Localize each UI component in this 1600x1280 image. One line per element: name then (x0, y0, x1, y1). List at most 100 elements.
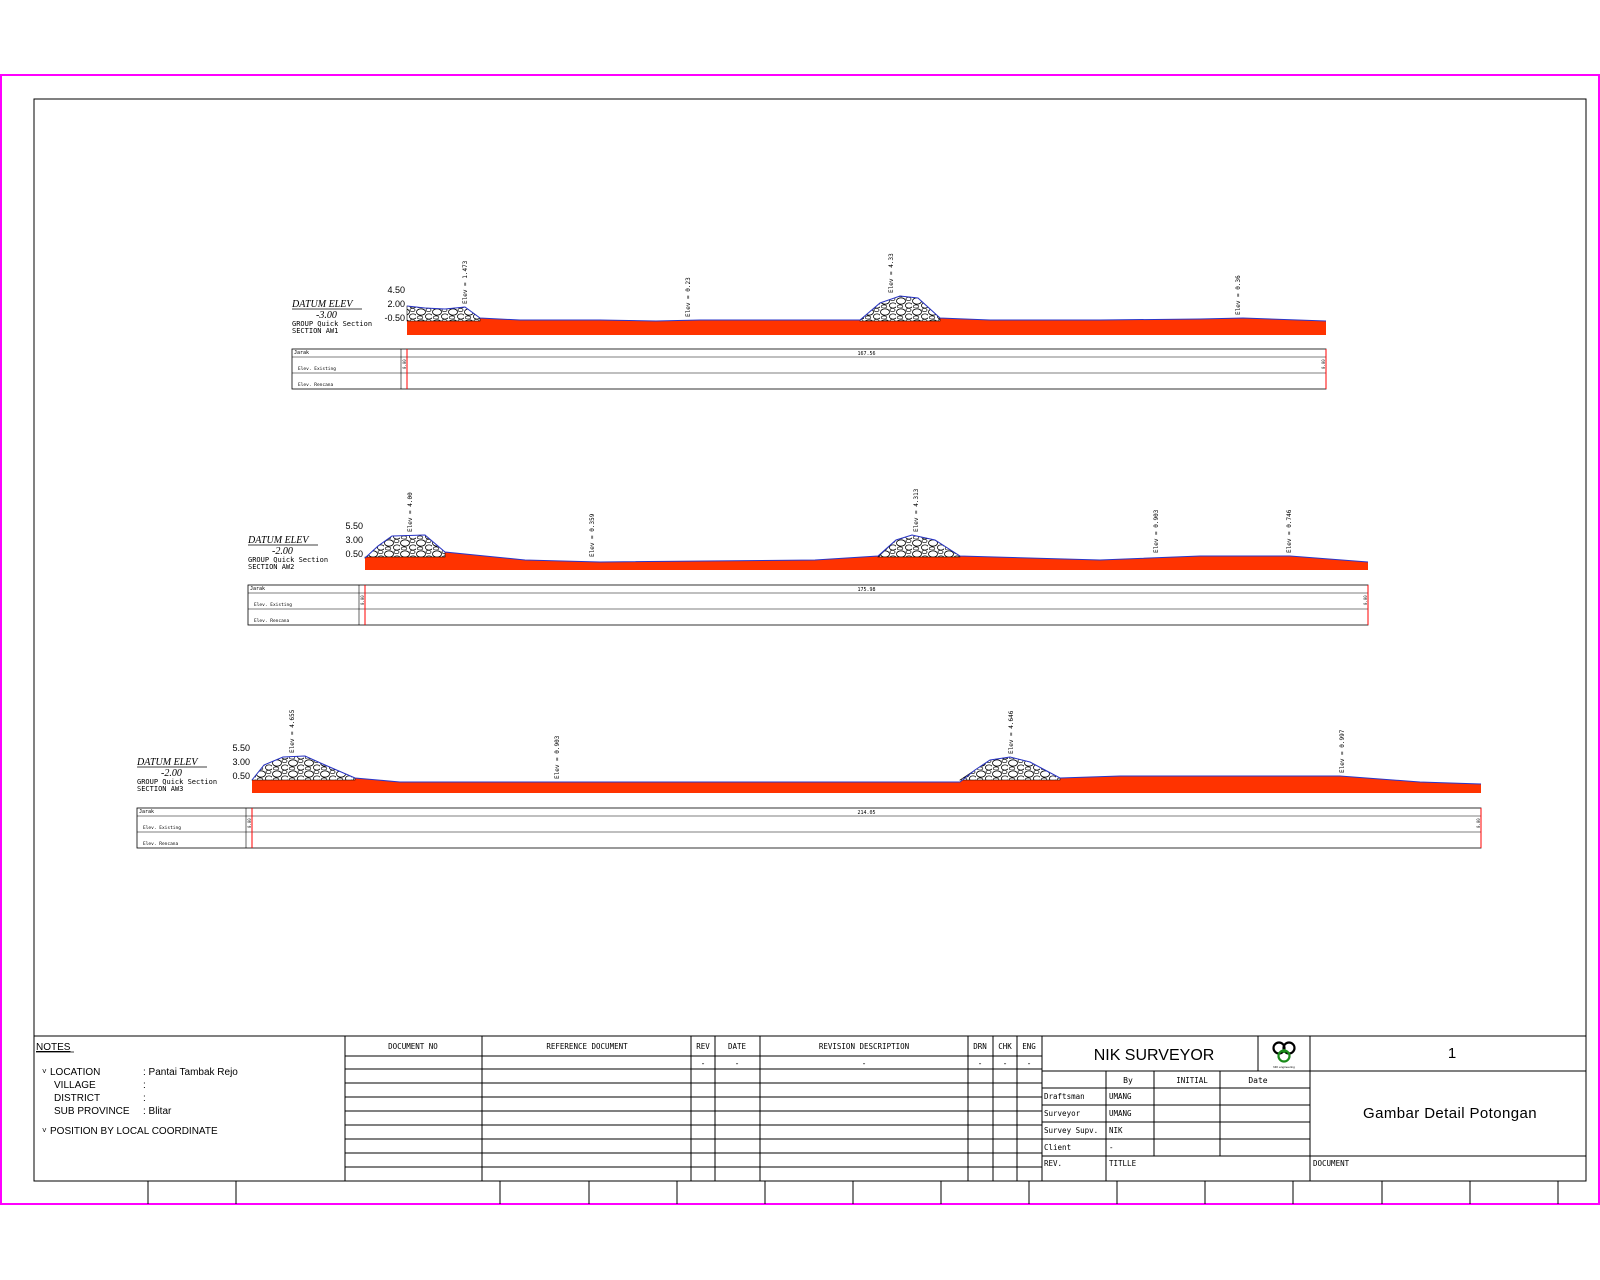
elevation-annotation: Elev = 0.23 (685, 277, 692, 317)
by-client: - (1109, 1143, 1114, 1152)
drawing-frame (34, 99, 1586, 1181)
elevation-tick-label: 2.00 (387, 299, 405, 309)
notes-location-label: LOCATION (50, 1067, 100, 1078)
datum-elev-label: DATUM ELEV (136, 757, 199, 768)
table-border (248, 585, 1368, 625)
elevation-annotation: Elev = 0.359 (589, 513, 596, 557)
rev-label: REV. (1044, 1159, 1062, 1168)
table-row-label: Elev. Existing (298, 366, 336, 372)
start-station-label: 0.00 (402, 359, 407, 369)
role-survey-supv: Survey Supv. (1044, 1126, 1098, 1135)
rev-cell-drn: - (978, 1059, 983, 1068)
elevation-tick-label: 3.00 (232, 757, 250, 767)
table-border (292, 349, 1326, 389)
rev-cell-chk: - (1003, 1059, 1008, 1068)
elevation-annotation: Elev = 4.33 (888, 253, 895, 293)
cross-sections: DATUM ELEV-3.00GROUP Quick SectionSECTIO… (136, 253, 1481, 848)
cross-section-1: DATUM ELEV-3.00GROUP Quick SectionSECTIO… (291, 253, 1326, 389)
elevation-annotation: Elev = 4.00 (407, 492, 414, 532)
role-surveyor: Surveyor (1044, 1109, 1081, 1118)
notes-village-label: VILLAGE (54, 1080, 96, 1091)
by-surveyor: UMANG (1109, 1109, 1132, 1118)
notes-district-label: DISTRICT (54, 1093, 100, 1104)
by-draftsman: UMANG (1109, 1092, 1132, 1101)
cross-section-2: DATUM ELEV-2.00GROUP Quick SectionSECTIO… (247, 488, 1368, 625)
rev-header-rev: REV (696, 1042, 710, 1051)
elevation-annotation: Elev = 0.903 (1153, 509, 1160, 553)
elevation-tick-label: 5.50 (345, 521, 363, 531)
rev-header-reference-document: REFERENCE DOCUMENT (546, 1042, 628, 1051)
start-station-label: 0.00 (360, 595, 365, 605)
distance-total-label: 214.05 (857, 810, 875, 816)
title-label: TITLLE (1109, 1159, 1137, 1168)
ground-fill (365, 535, 1368, 570)
table-row-label: Jarak (250, 586, 265, 592)
elevation-tick-label: 0.50 (232, 771, 250, 781)
elevation-tick-label: -0.50 (384, 313, 405, 323)
notes-location-value: : Pantai Tambak Rejo (143, 1067, 238, 1078)
col-header-by: By (1123, 1076, 1133, 1085)
datum-elev-label: DATUM ELEV (247, 535, 310, 546)
company-name: NIK SURVEYOR (1094, 1047, 1215, 1064)
elevation-annotation: Elev = 0.746 (1286, 509, 1293, 553)
rev-cell-rev: - (701, 1059, 706, 1068)
rev-cell-eng: - (1027, 1059, 1032, 1068)
drawing-title: Gambar Detail Potongan (1363, 1105, 1537, 1122)
elevation-annotation: Elev = 0.903 (554, 735, 561, 779)
table-row-label: Jarak (139, 809, 154, 815)
section-data-table: JarakElev. ExistingElev. Rencana167.560.… (292, 349, 1326, 389)
datum-elev-label: DATUM ELEV (291, 299, 354, 310)
col-header-date: Date (1248, 1076, 1267, 1085)
table-row-label: Elev. Existing (143, 825, 181, 831)
role-draftsman: Draftsman (1044, 1092, 1085, 1101)
title-block (34, 1036, 1586, 1204)
notes-position: POSITION BY LOCAL COORDINATE (50, 1126, 218, 1137)
rev-header-chk: CHK (998, 1042, 1012, 1051)
notes-heading: NOTES (36, 1042, 71, 1053)
company-logo-icon (1274, 1043, 1295, 1062)
cross-section-3: DATUM ELEV-2.00GROUP Quick SectionSECTIO… (136, 709, 1481, 848)
elevation-tick-label: 0.50 (345, 549, 363, 559)
rev-header-description: REVISION DESCRIPTION (819, 1042, 909, 1051)
notes-district-value: : (143, 1093, 146, 1104)
section-label: SECTION AW2 (248, 563, 294, 571)
table-row-label: Elev. Rencana (298, 382, 334, 388)
sheet-number: 1 (1448, 1045, 1456, 1062)
rev-header-eng: ENG (1022, 1042, 1036, 1051)
rock-mound (407, 306, 480, 321)
rev-header-date: DATE (728, 1042, 747, 1051)
rock-mound (252, 756, 355, 780)
table-row-label: Elev. Rencana (254, 618, 290, 624)
notes-bullet-icon: ˅ (42, 1067, 47, 1076)
by-survey-supv: NIK (1109, 1126, 1123, 1135)
ground-fill (252, 756, 1481, 793)
elevation-annotation: Elev = 0.36 (1235, 275, 1242, 315)
rock-mound (960, 757, 1060, 780)
role-client: Client (1044, 1143, 1071, 1152)
rev-cell-date: - (735, 1059, 740, 1068)
drawing-sheet: DATUM ELEV-3.00GROUP Quick SectionSECTIO… (0, 0, 1600, 1280)
table-row-label: Elev. Existing (254, 602, 292, 608)
col-header-initial: INITIAL (1176, 1076, 1208, 1085)
elevation-annotation: Elev = 0.997 (1339, 729, 1346, 773)
notes-subprovince-label: SUB PROVINCE (54, 1106, 130, 1117)
table-row-label: Jarak (294, 350, 309, 356)
end-station-label: 0.00 (1363, 595, 1368, 605)
section-data-table: JarakElev. ExistingElev. Rencana214.050.… (137, 808, 1481, 848)
section-label: SECTION AW1 (292, 327, 338, 335)
rev-header-document-no: DOCUMENT NO (388, 1042, 438, 1051)
section-label: SECTION AW3 (137, 785, 183, 793)
elevation-tick-label: 3.00 (345, 535, 363, 545)
rock-mound (860, 296, 940, 321)
elevation-tick-label: 5.50 (232, 743, 250, 753)
elevation-annotation: Elev = 4.313 (913, 488, 920, 532)
notes-bullet-icon: ˅ (42, 1126, 47, 1135)
elevation-annotation: Elev = 1.473 (462, 260, 469, 304)
rev-cell-description: - (862, 1059, 867, 1068)
rev-header-drn: DRN (973, 1042, 987, 1051)
company-logo-text: NIK engineering (1273, 1065, 1295, 1069)
document-label: DOCUMENT (1313, 1159, 1350, 1168)
elevation-annotation: Elev = 4.655 (289, 709, 296, 753)
end-station-label: 0.00 (1321, 359, 1326, 369)
notes-village-value: : (143, 1080, 146, 1091)
